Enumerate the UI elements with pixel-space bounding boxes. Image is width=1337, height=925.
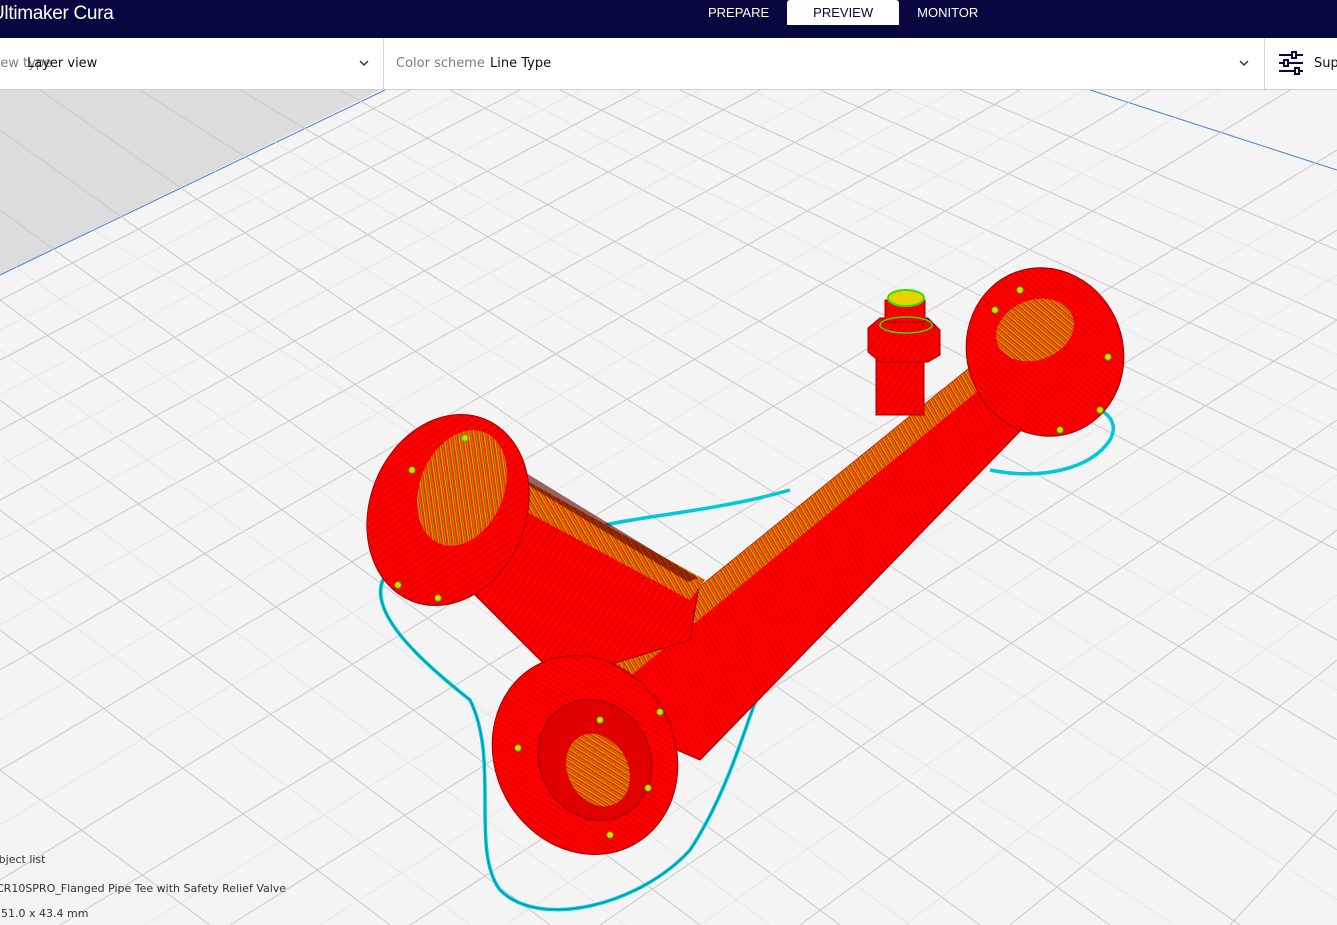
color-scheme-dropdown[interactable]: Color scheme Line Type (384, 38, 1265, 89)
color-scheme-label: Color scheme (396, 56, 485, 71)
object-info-panel: Object list CR10SPRO_Flanged Pipe Tee wi… (0, 845, 320, 925)
chevron-down-icon (1239, 60, 1249, 66)
stage-tabs: PREPARE PREVIEW MONITOR (690, 0, 996, 25)
tab-prepare[interactable]: PREPARE (690, 0, 787, 25)
build-plate-scene (0, 90, 1337, 925)
tab-monitor[interactable]: MONITOR (899, 0, 996, 25)
support-label: Sup (1314, 56, 1337, 71)
settings-sliders-icon (1279, 51, 1303, 75)
object-name: CR10SPRO_Flanged Pipe Tee with Safety Re… (0, 882, 287, 895)
app-title: Ultimaker Cura (0, 3, 114, 24)
view-toolbar: View type Layer view Color scheme Line T… (0, 38, 1337, 90)
chevron-down-icon (359, 60, 369, 66)
view-type-value: Layer view (27, 56, 98, 71)
support-settings-button[interactable]: Sup (1265, 38, 1337, 89)
tab-preview[interactable]: PREVIEW (787, 0, 900, 25)
top-header: Ultimaker Cura PREPARE PREVIEW MONITOR (0, 0, 1337, 38)
color-scheme-value: Line Type (490, 56, 552, 71)
3d-viewport[interactable] (0, 90, 1337, 925)
object-list-toggle[interactable]: Object list (0, 853, 45, 866)
view-type-dropdown[interactable]: View type Layer view (0, 38, 384, 89)
object-dimensions: 151.0 x 43.4 mm (0, 907, 89, 920)
